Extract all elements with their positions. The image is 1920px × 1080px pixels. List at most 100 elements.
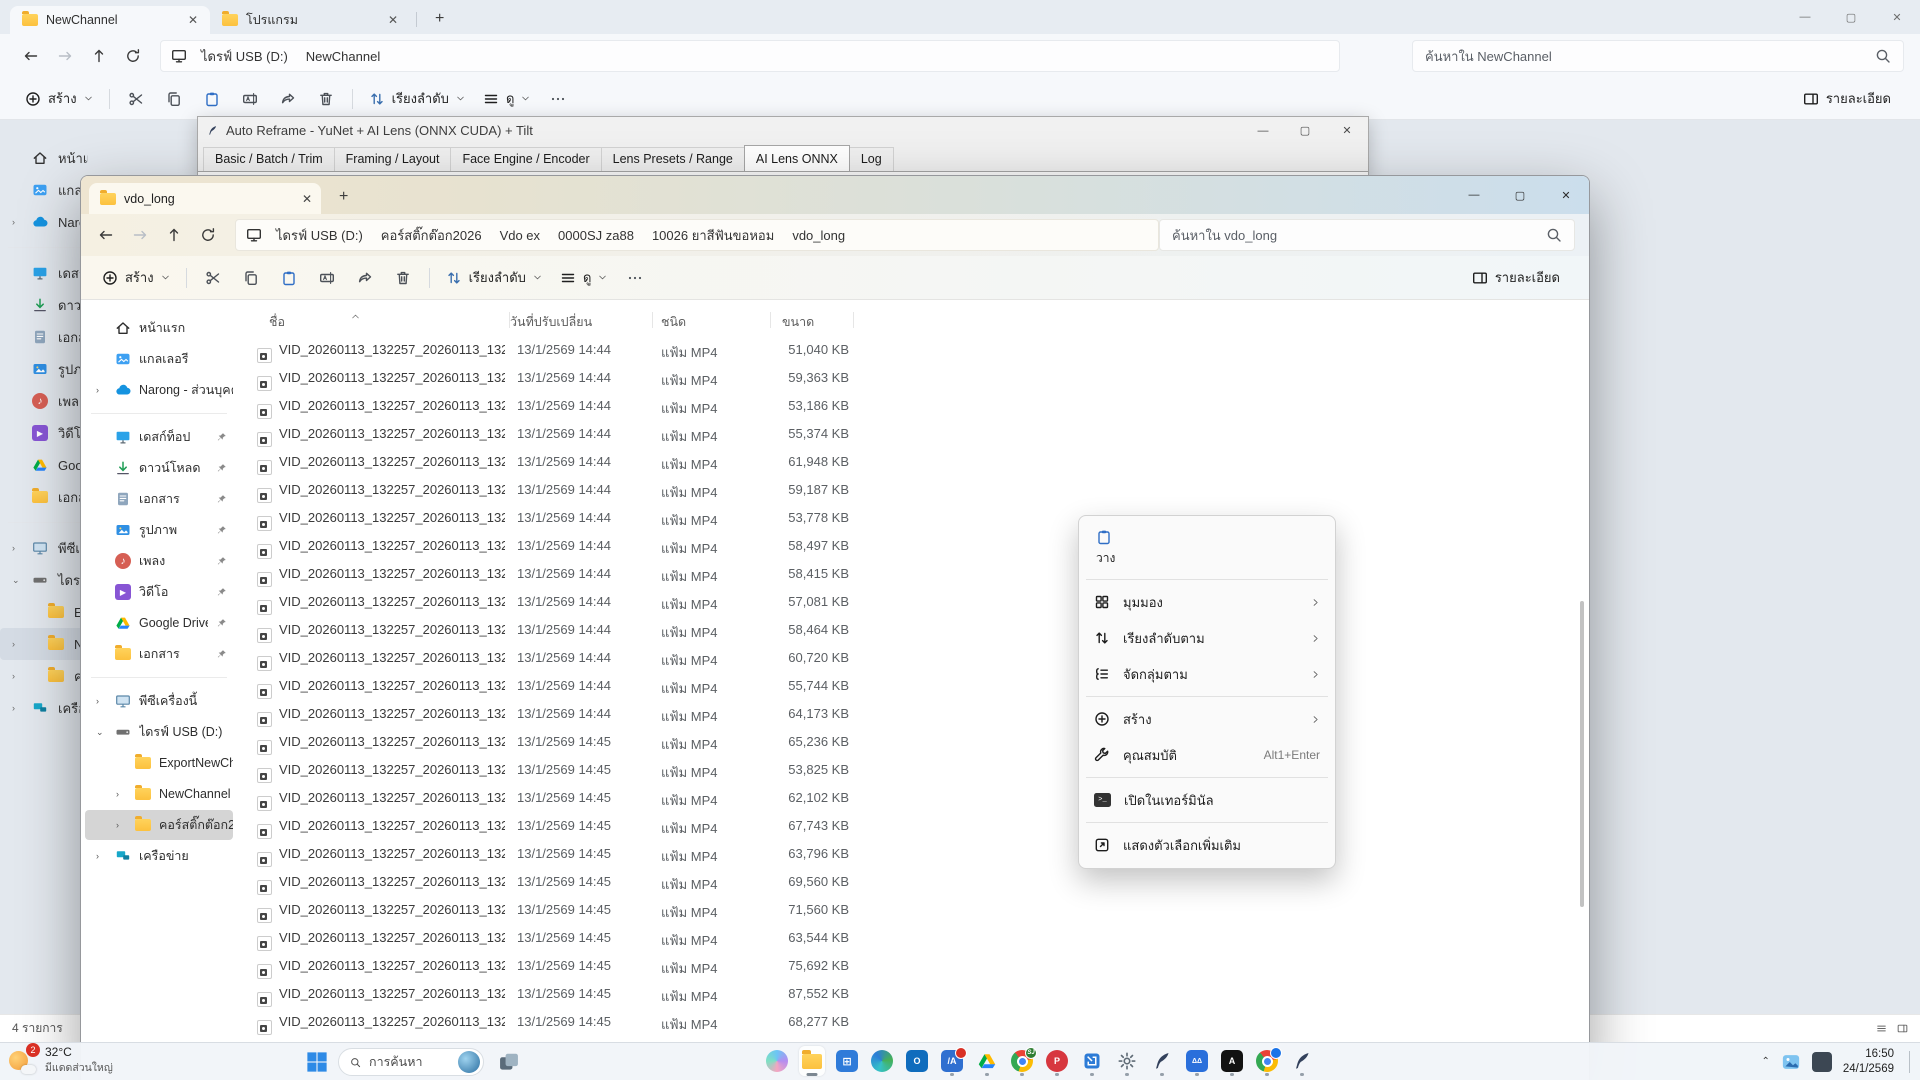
bg-sidebar-item[interactable]: ▶วิดีโอ — [0, 417, 88, 449]
bg-search-box[interactable]: ค้นหาใน NewChannel — [1412, 40, 1904, 72]
file-row[interactable]: VID_20260113_132257_20260113_132919_9...… — [237, 420, 1573, 448]
close-tab-icon[interactable]: ✕ — [184, 13, 202, 27]
menu-item-wrench[interactable]: คุณสมบัติAlt1+Enter — [1084, 737, 1330, 773]
taskbar-icon-quill-2[interactable] — [1289, 1046, 1315, 1076]
file-row[interactable]: VID_20260113_132257_20260113_132919_9...… — [237, 700, 1573, 728]
breadcrumb-segment[interactable]: vdo_long — [788, 228, 849, 243]
sidebar-item-เอกสาร[interactable]: เอกสาร — [85, 484, 233, 514]
bg-sidebar-item[interactable]: ›คอร์สติ๊กต๊อก2026 — [0, 660, 88, 692]
taskbar-icon-gdrive[interactable] — [974, 1046, 1000, 1076]
paste-button[interactable] — [193, 82, 231, 116]
taskbar-icon-file-explorer[interactable] — [799, 1046, 825, 1076]
sidebar-item-เดสก์ท็อป[interactable]: เดสก์ท็อป — [85, 422, 233, 452]
tray-chevron-icon[interactable]: ⌃ — [1761, 1056, 1769, 1067]
copy-button[interactable] — [232, 261, 270, 295]
taskbar-icon-chrome-2[interactable] — [1254, 1046, 1280, 1076]
menu-item-moreopt[interactable]: แสดงตัวเลือกเพิ่มเติม — [1084, 827, 1330, 863]
view-button[interactable]: ดู — [551, 261, 616, 295]
reframe-tab-log[interactable]: Log — [849, 147, 894, 171]
cut-button[interactable] — [117, 82, 155, 116]
sidebar-item-NewChannel[interactable]: ›NewChannel — [85, 779, 233, 809]
file-row[interactable]: VID_20260113_132257_20260113_132919_9...… — [237, 980, 1573, 1008]
bg-sidebar-item[interactable]: เอกสาร — [0, 321, 88, 353]
reframe-tab-face-engine-encoder[interactable]: Face Engine / Encoder — [450, 147, 601, 171]
cut-button[interactable] — [194, 261, 232, 295]
forward-button[interactable] — [48, 40, 82, 72]
details-pane-button[interactable]: รายละเอียด — [1463, 261, 1569, 295]
expand-chevron-icon[interactable]: › — [12, 703, 15, 713]
taskbar-icon-outlook[interactable]: O — [904, 1046, 930, 1076]
file-row[interactable]: VID_20260113_132257_20260113_132919_9...… — [237, 840, 1573, 868]
expand-chevron-icon[interactable]: › — [96, 696, 99, 706]
forward-button[interactable] — [123, 219, 157, 251]
new-tab-button[interactable]: + — [339, 188, 348, 206]
taskbar-icon-chrome-sj[interactable]: SJ — [1009, 1046, 1035, 1076]
menu-item-sort[interactable]: เรียงลำดับตาม — [1084, 620, 1330, 656]
explorer-search-box[interactable]: ค้นหาใน vdo_long — [1159, 219, 1575, 251]
bg-sidebar-item[interactable]: ›พีซีเครื่องนี้ — [0, 532, 88, 564]
taskbar-icon-capture[interactable] — [1079, 1046, 1105, 1076]
file-row[interactable]: VID_20260113_132257_20260113_132919_9...… — [237, 560, 1573, 588]
bg-sidebar-item[interactable]: แกลเลอรี — [0, 174, 88, 206]
breadcrumb-segment[interactable]: คอร์สติ๊กต๊อก2026 — [377, 225, 486, 246]
taskbar-icon-arc[interactable]: A — [1219, 1046, 1245, 1076]
details-pane-button[interactable]: รายละเอียด — [1794, 82, 1900, 116]
view-button[interactable]: ดู — [474, 82, 539, 116]
scrollbar-thumb[interactable] — [1580, 601, 1584, 907]
breadcrumb-segment[interactable]: NewChannel — [302, 49, 384, 64]
bg-sidebar-item[interactable]: Google Drive (G:) — [0, 449, 88, 481]
file-row[interactable]: VID_20260113_132257_20260113_132919_9...… — [237, 336, 1573, 364]
new-button[interactable]: สร้าง — [16, 82, 102, 116]
breadcrumb-segment[interactable]: Vdo ex — [496, 228, 544, 243]
maximize-button[interactable]: ▢ — [1497, 176, 1543, 214]
expand-chevron-icon[interactable]: › — [116, 789, 119, 799]
rename-button[interactable] — [231, 82, 269, 116]
minimize-button[interactable]: — — [1242, 117, 1284, 144]
tray-device-icon[interactable] — [1812, 1052, 1832, 1072]
reframe-tab-basic-batch-trim[interactable]: Basic / Batch / Trim — [203, 147, 335, 171]
bg-sidebar-item[interactable]: หน้าแรก — [0, 142, 88, 174]
file-row[interactable]: VID_20260113_132257_20260113_132919_9...… — [237, 588, 1573, 616]
bg-sidebar-item[interactable]: ⌄ไดรฟ์ USB (D:) — [0, 564, 88, 596]
explorer-breadcrumb[interactable]: ไดรฟ์ USB (D:)คอร์สติ๊กต๊อก2026Vdo ex000… — [235, 219, 1159, 251]
menu-item-terminal[interactable]: >_เปิดในเทอร์มินัล — [1084, 782, 1330, 818]
breadcrumb-segment[interactable]: ไดรฟ์ USB (D:) — [197, 46, 292, 67]
bg-tab-NewChannel[interactable]: NewChannel✕ — [10, 6, 210, 34]
bg-tab-โปรแกรม[interactable]: โปรแกรม✕ — [210, 6, 410, 34]
breadcrumb-segment[interactable]: ไดรฟ์ USB (D:) — [272, 225, 367, 246]
sidebar-item-เครือข่าย[interactable]: ›เครือข่าย — [85, 841, 233, 871]
details-icon[interactable] — [1897, 1023, 1908, 1034]
bg-sidebar-item[interactable]: ›Narong - ส่วนบุคคล — [0, 206, 88, 238]
bg-sidebar-item[interactable]: เอกสาร — [0, 481, 88, 513]
taskbar-icon-mtype[interactable]: ΔΔ — [1184, 1046, 1210, 1076]
file-row[interactable]: VID_20260113_132257_20260113_132919_9...… — [237, 952, 1573, 980]
bg-sidebar-item[interactable]: ดาวน์โหลด — [0, 289, 88, 321]
bing-spotlight-icon[interactable] — [458, 1051, 480, 1073]
expand-chevron-icon[interactable]: › — [12, 543, 15, 553]
sidebar-item-ไดรฟ์-USB-(D:)[interactable]: ⌄ไดรฟ์ USB (D:) — [85, 717, 233, 747]
menu-item-pluscircle[interactable]: สร้าง — [1084, 701, 1330, 737]
sidebar-item-แกลเลอรี[interactable]: แกลเลอรี — [85, 344, 233, 374]
taskbar-icon-store[interactable]: ⊞ — [834, 1046, 860, 1076]
close-tab-icon[interactable]: ✕ — [302, 192, 312, 206]
file-row[interactable]: VID_20260113_132257_20260113_132919_9...… — [237, 672, 1573, 700]
file-row[interactable]: VID_20260113_132257_20260113_132919_9...… — [237, 364, 1573, 392]
expand-chevron-icon[interactable]: › — [12, 639, 15, 649]
file-row[interactable]: VID_20260113_132257_20260113_132919_9...… — [237, 812, 1573, 840]
maximize-button[interactable]: ▢ — [1284, 117, 1326, 144]
sort-button[interactable]: เรียงลำดับ — [437, 261, 551, 295]
sidebar-item-คอร์สติ๊กต๊อก2026[interactable]: ›คอร์สติ๊กต๊อก2026 — [85, 810, 233, 840]
sidebar-item-วิดีโอ[interactable]: ▶วิดีโอ — [85, 577, 233, 607]
up-button[interactable] — [82, 40, 116, 72]
file-row[interactable]: VID_20260113_132257_20260113_132919_9...… — [237, 476, 1573, 504]
sidebar-item-Google-Drive-(G:)[interactable]: Google Drive (G:) — [85, 608, 233, 638]
file-row[interactable]: VID_20260113_132257_20260113_132919_9...… — [237, 896, 1573, 924]
reframe-title-bar[interactable]: Auto Reframe - YuNet + AI Lens (ONNX CUD… — [198, 117, 1368, 144]
back-button[interactable] — [14, 40, 48, 72]
file-row[interactable]: VID_20260113_132257_20260113_132919_9...… — [237, 392, 1573, 420]
bg-sidebar-item[interactable]: รูปภาพ — [0, 353, 88, 385]
viewlines-icon[interactable] — [1876, 1023, 1887, 1034]
minimize-button[interactable]: — — [1451, 176, 1497, 214]
bg-sidebar-item[interactable]: ExportNewChanel — [0, 596, 88, 628]
file-row[interactable]: VID_20260113_132257_20260113_132919_9...… — [237, 1008, 1573, 1036]
